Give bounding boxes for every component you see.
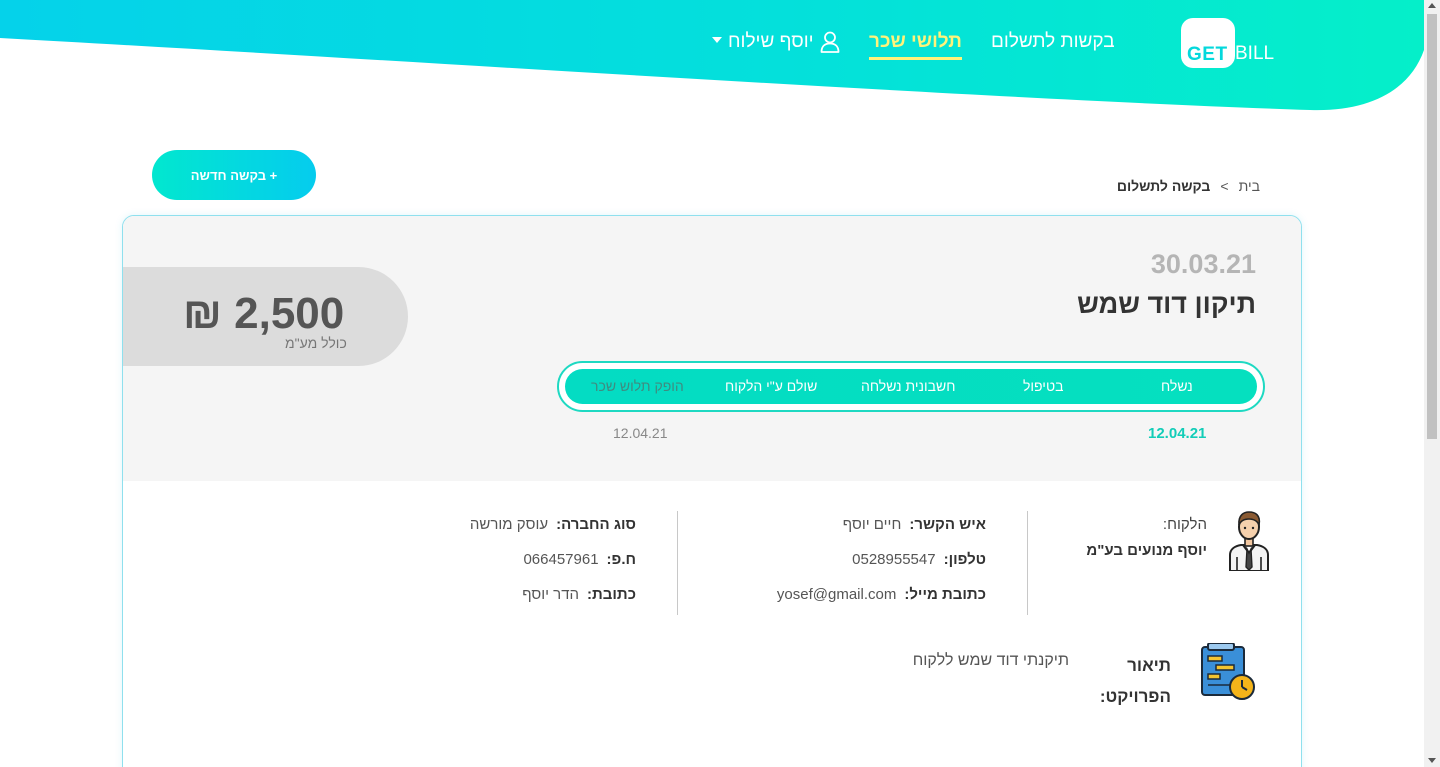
client-name: יוסף מנועים בע"מ — [1086, 542, 1207, 559]
project-timeline-icon — [1201, 643, 1255, 700]
phone-field: טלפון: 0528955547 — [852, 551, 986, 568]
client-label: הלקוח: — [1162, 516, 1207, 533]
step-date-payslip: 12.04.21 — [613, 425, 668, 441]
step-in-progress: בטיפול — [1023, 378, 1064, 394]
request-date: 30.03.21 — [1150, 249, 1256, 279]
user-name: יוסף שילוח — [728, 31, 814, 52]
company-id-field: ח.פ: 066457961 — [523, 551, 636, 568]
step-payslip-issued: הופק תלוש שכר — [591, 378, 684, 394]
getbill-logo[interactable]: GET BILL — [1181, 18, 1276, 68]
step-date-sent: 12.04.21 — [1148, 425, 1207, 442]
logo-get-text: GET — [1187, 44, 1228, 65]
chevron-down-icon — [712, 37, 722, 43]
stepper-track: נשלח בטיפול חשבונית נשלחה שולם ע"י הלקוח… — [565, 369, 1257, 404]
request-card: 2,500 ₪ כולל מע"מ 30.03.21 תיקון דוד שמש… — [122, 215, 1302, 767]
logo-bill-text: BILL — [1235, 43, 1275, 64]
user-menu[interactable]: יוסף שילוח — [712, 31, 840, 53]
price-amount: 2,500 ₪ — [183, 289, 345, 338]
company-id-label: ח.פ: — [606, 551, 636, 568]
new-request-button[interactable]: + בקשה חדשה — [152, 150, 316, 200]
breadcrumb: בית > בקשה לתשלום — [1117, 178, 1260, 194]
businessman-icon — [1229, 511, 1269, 571]
contact-value: חיים יוסף — [842, 516, 902, 533]
company-id-value: 066457961 — [523, 551, 599, 568]
step-sent: נשלח — [1161, 378, 1193, 394]
details-divider — [677, 511, 678, 615]
request-title: תיקון דוד שמש — [1077, 289, 1256, 319]
company-type-field: סוג החברה: עוסק מורשה — [470, 516, 636, 533]
step-invoice-sent: חשבונית נשלחה — [861, 378, 956, 394]
breadcrumb-separator: > — [1220, 178, 1229, 194]
address-label: כתובת: — [587, 586, 636, 603]
email-value[interactable]: yosef@gmail.com — [777, 586, 896, 603]
phone-value: 0528955547 — [852, 551, 936, 568]
project-description: תיקנתי דוד שמש ללקוח — [912, 652, 1069, 669]
breadcrumb-home[interactable]: בית — [1239, 178, 1260, 194]
price-badge: 2,500 ₪ כולל מע"מ — [123, 267, 408, 366]
project-description-label: תיאור הפרויקט: — [1099, 656, 1171, 706]
nav-payment-requests[interactable]: בקשות לתשלום — [991, 31, 1115, 53]
contact-label: איש הקשר: — [909, 516, 986, 533]
nav-payslips[interactable]: תלושי שכר — [869, 31, 962, 60]
email-label: כתובת מייל: — [904, 586, 986, 603]
status-stepper: נשלח בטיפול חשבונית נשלחה שולם ע"י הלקוח… — [557, 361, 1265, 412]
company-type-label: סוג החברה: — [556, 516, 636, 533]
scroll-down-arrow-icon[interactable] — [1428, 758, 1436, 763]
scroll-thumb[interactable] — [1427, 14, 1437, 439]
company-type-value: עוסק מורשה — [469, 516, 549, 533]
step-paid-by-client: שולם ע"י הלקוח — [725, 378, 818, 394]
phone-label: טלפון: — [943, 551, 986, 568]
details-divider — [1027, 511, 1028, 615]
price-vat-note: כולל מע"מ — [285, 335, 347, 351]
user-icon — [820, 31, 839, 53]
email-field: כתובת מייל: yosef@gmail.com — [777, 586, 986, 603]
scroll-up-arrow-icon[interactable] — [1428, 3, 1436, 8]
address-field: כתובת: הדר יוסף — [522, 586, 636, 603]
page-scrollbar[interactable] — [1424, 0, 1440, 767]
address-value: הדר יוסף — [522, 586, 580, 603]
contact-field: איש הקשר: חיים יוסף — [843, 516, 986, 533]
breadcrumb-current: בקשה לתשלום — [1116, 178, 1211, 194]
